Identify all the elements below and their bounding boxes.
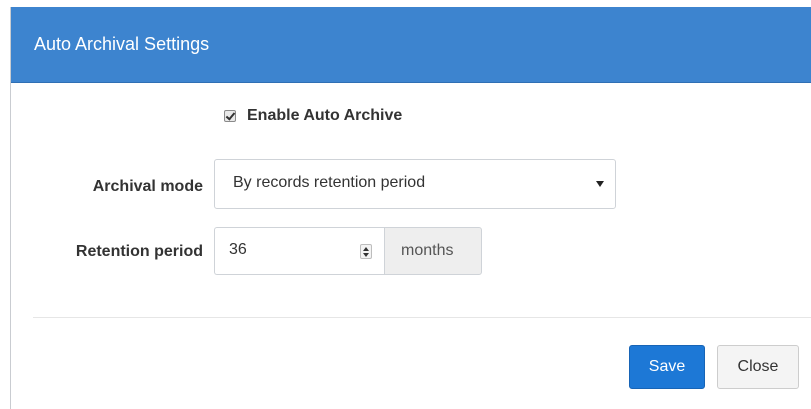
dialog-title: Auto Archival Settings (34, 34, 210, 54)
retention-unit-label: months (401, 242, 454, 259)
retention-period-input[interactable]: 36 (214, 227, 384, 275)
archival-mode-label: Archival mode (92, 178, 203, 195)
close-button[interactable]: Close (717, 345, 799, 389)
retention-unit-addon: months (384, 227, 482, 275)
archival-mode-selected-value: By records retention period (233, 174, 426, 191)
retention-period-label: Retention period (75, 243, 203, 260)
number-stepper-icon[interactable] (360, 244, 372, 259)
save-button[interactable]: Save (629, 345, 705, 389)
enable-auto-archive-checkbox[interactable] (224, 110, 236, 122)
auto-archival-settings-dialog: Auto Archival Settings Enable Auto Archi… (10, 7, 811, 409)
enable-auto-archive-label[interactable]: Enable Auto Archive (247, 107, 402, 125)
enable-auto-archive-row[interactable]: Enable Auto Archive (224, 106, 402, 126)
archival-mode-select[interactable]: By records retention period (214, 159, 616, 209)
chevron-down-icon (596, 181, 604, 187)
increment-arrow-icon[interactable] (363, 247, 369, 251)
retention-period-value: 36 (229, 241, 247, 258)
decrement-arrow-icon[interactable] (363, 253, 369, 257)
footer-divider (33, 317, 811, 318)
dialog-header: Auto Archival Settings (11, 7, 811, 83)
